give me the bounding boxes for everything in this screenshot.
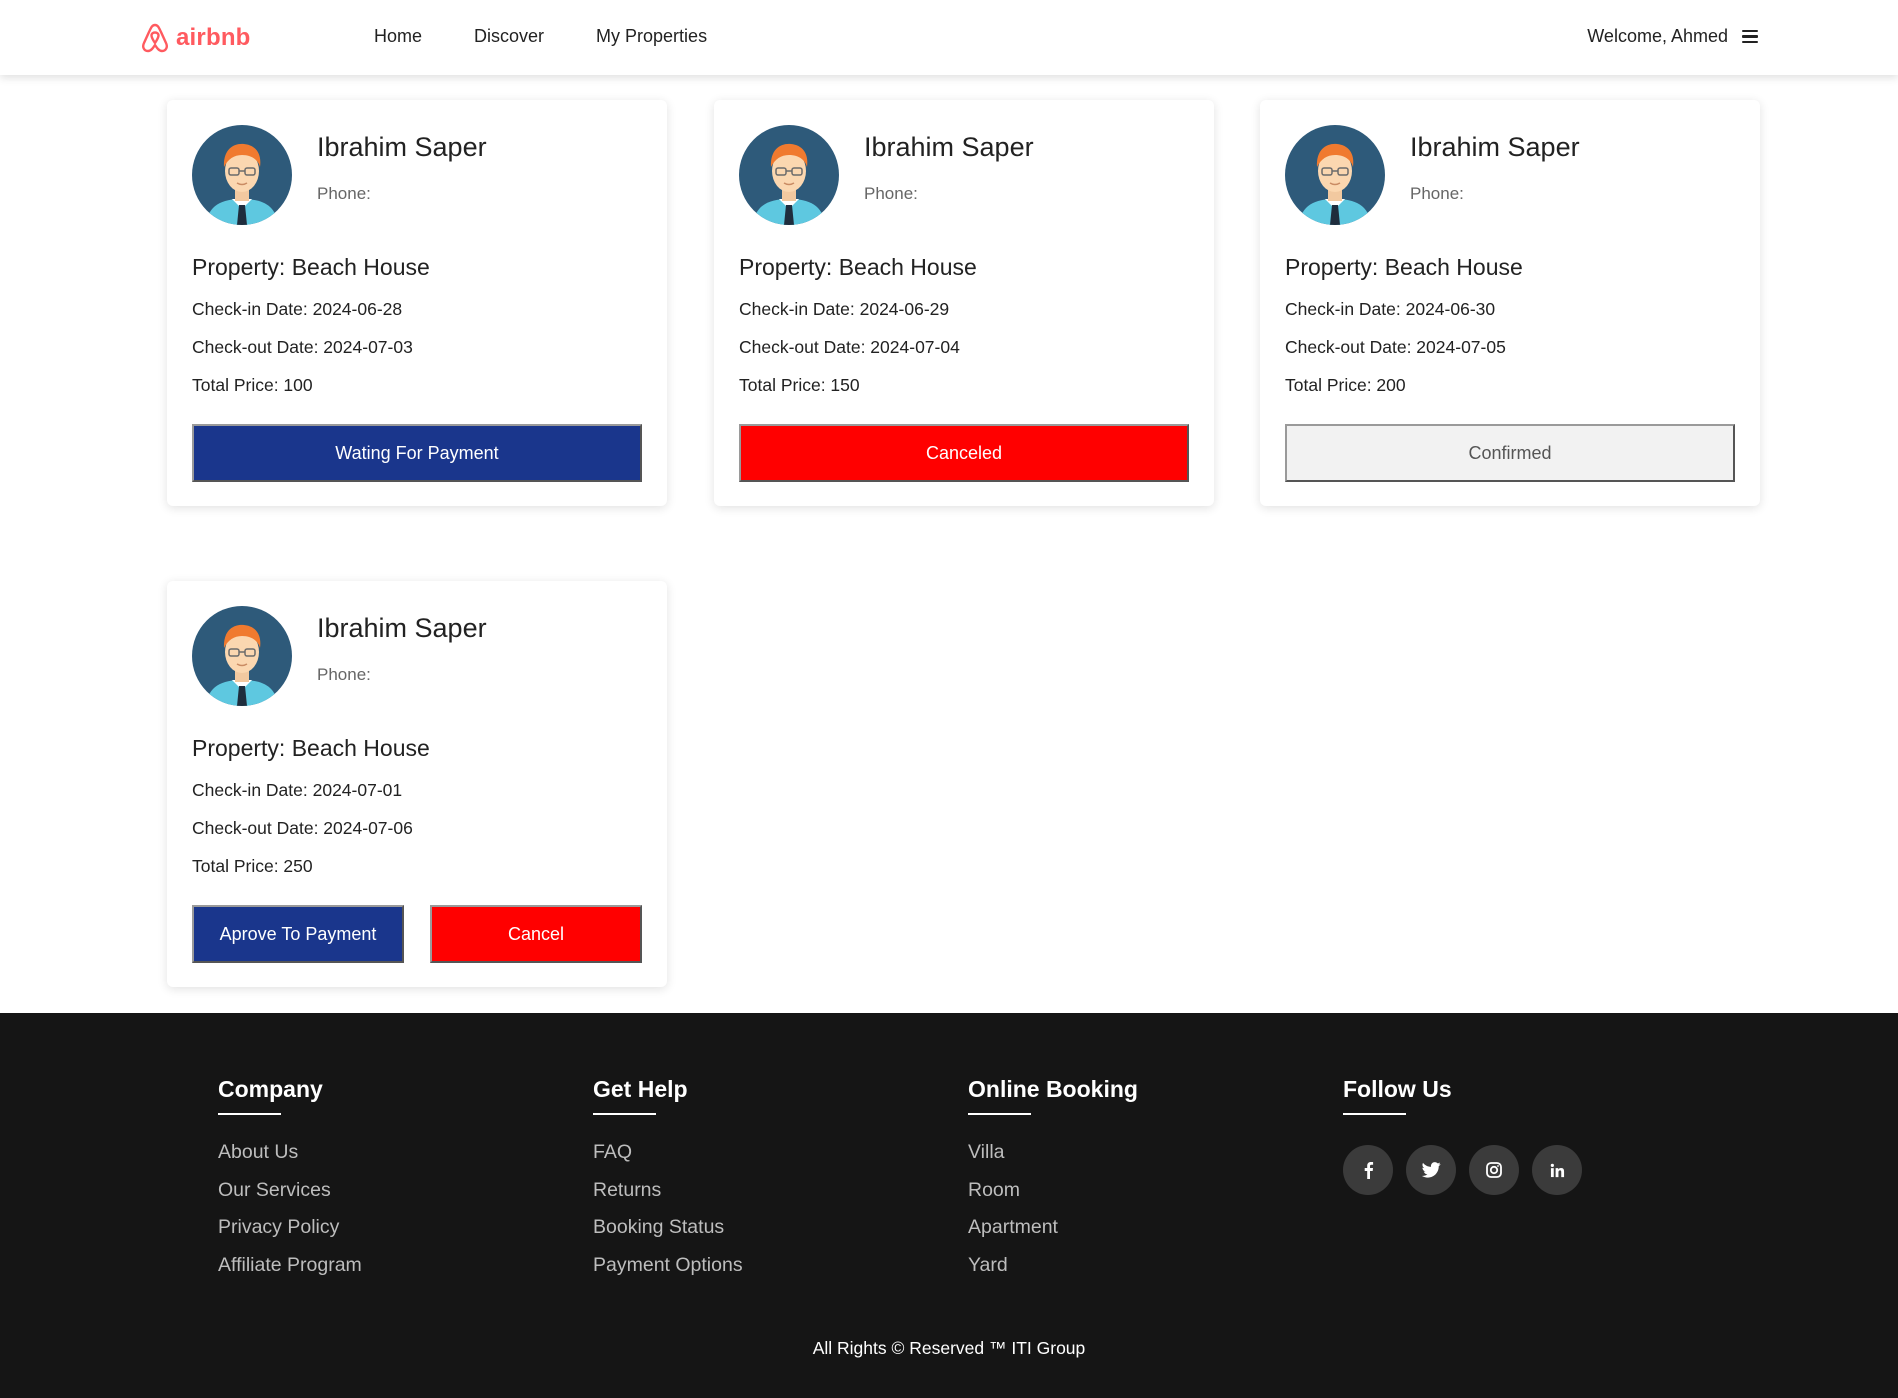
booking-card: Ibrahim Saper Phone: Property: Beach Hou… — [167, 581, 667, 987]
logo-text: airbnb — [176, 24, 251, 51]
heading-underline — [968, 1113, 1031, 1115]
checkin-date: Check-in Date: 2024-06-30 — [1285, 299, 1496, 319]
guest-name: Ibrahim Saper — [317, 132, 487, 162]
property-name: Property: Beach House — [739, 254, 977, 280]
total-price: Total Price: 200 — [1285, 375, 1406, 395]
footer-link-payment-options[interactable]: Payment Options — [593, 1254, 743, 1292]
footer-link-booking-status[interactable]: Booking Status — [593, 1216, 743, 1254]
facebook-icon[interactable] — [1343, 1145, 1393, 1195]
guest-phone: Phone: — [317, 184, 371, 203]
guest-avatar — [192, 606, 292, 706]
total-price: Total Price: 100 — [192, 375, 313, 395]
top-navbar: airbnb Home Discover My Properties Welco… — [0, 0, 1898, 75]
guest-phone: Phone: — [1410, 184, 1464, 203]
checkin-date: Check-in Date: 2024-07-01 — [192, 780, 403, 800]
linkedin-icon[interactable] — [1532, 1145, 1582, 1195]
footer-link-apartment[interactable]: Apartment — [968, 1216, 1138, 1254]
heading-underline — [1343, 1113, 1406, 1115]
guest-name: Ibrahim Saper — [1410, 132, 1580, 162]
property-name: Property: Beach House — [192, 735, 430, 761]
footer-link-villa[interactable]: Villa — [968, 1141, 1138, 1179]
nav-home[interactable]: Home — [374, 26, 422, 47]
main-nav: Home Discover My Properties — [374, 26, 759, 47]
airbnb-logo-icon — [142, 23, 168, 53]
footer-company-column: Company About Us Our Services Privacy Po… — [218, 1076, 362, 1291]
footer-heading-get-help: Get Help — [593, 1076, 688, 1102]
footer-link-affiliate-program[interactable]: Affiliate Program — [218, 1254, 362, 1292]
waiting-for-payment-button[interactable]: Wating For Payment — [192, 424, 642, 482]
guest-name: Ibrahim Saper — [864, 132, 1034, 162]
nav-discover[interactable]: Discover — [474, 26, 544, 47]
instagram-icon[interactable] — [1469, 1145, 1519, 1195]
footer-heading-company: Company — [218, 1076, 323, 1102]
checkout-date: Check-out Date: 2024-07-04 — [739, 337, 960, 357]
property-name: Property: Beach House — [1285, 254, 1523, 280]
user-menu[interactable]: Welcome, Ahmed — [1587, 26, 1758, 47]
copyright-text: All Rights © Reserved ™ ITI Group — [812, 1338, 1086, 1358]
cancel-booking-button[interactable]: Cancel — [430, 905, 642, 963]
footer-link-about-us[interactable]: About Us — [218, 1141, 362, 1179]
footer-link-our-services[interactable]: Our Services — [218, 1179, 362, 1217]
footer-heading-follow-us: Follow Us — [1343, 1076, 1452, 1102]
guest-avatar — [192, 125, 292, 225]
total-price: Total Price: 150 — [739, 375, 860, 395]
canceled-status-button[interactable]: Canceled — [739, 424, 1189, 482]
twitter-icon[interactable] — [1406, 1145, 1456, 1195]
footer-link-room[interactable]: Room — [968, 1179, 1138, 1217]
booking-card: Ibrahim Saper Phone: Property: Beach Hou… — [1260, 100, 1760, 506]
guest-avatar — [1285, 125, 1385, 225]
booking-card: Ibrahim Saper Phone: Property: Beach Hou… — [714, 100, 1214, 506]
footer-link-yard[interactable]: Yard — [968, 1254, 1138, 1292]
property-name: Property: Beach House — [192, 254, 430, 280]
checkout-date: Check-out Date: 2024-07-06 — [192, 818, 413, 838]
airbnb-logo[interactable]: airbnb — [140, 20, 251, 56]
guest-phone: Phone: — [317, 665, 371, 684]
hamburger-menu-icon[interactable] — [1742, 29, 1758, 44]
guest-name: Ibrahim Saper — [317, 613, 487, 643]
heading-underline — [593, 1113, 656, 1115]
confirmed-status-button[interactable]: Confirmed — [1285, 424, 1735, 482]
total-price: Total Price: 250 — [192, 856, 313, 876]
footer-link-privacy-policy[interactable]: Privacy Policy — [218, 1216, 362, 1254]
checkin-date: Check-in Date: 2024-06-29 — [739, 299, 950, 319]
footer-follow-us-column: Follow Us — [1343, 1076, 1582, 1195]
heading-underline — [218, 1113, 281, 1115]
footer-heading-online-booking: Online Booking — [968, 1076, 1138, 1102]
checkout-date: Check-out Date: 2024-07-03 — [192, 337, 413, 357]
approve-to-payment-button[interactable]: Aprove To Payment — [192, 905, 404, 963]
footer-get-help-column: Get Help FAQ Returns Booking Status Paym… — [593, 1076, 743, 1291]
guest-phone: Phone: — [864, 184, 918, 203]
guest-avatar — [739, 125, 839, 225]
footer-online-booking-column: Online Booking Villa Room Apartment Yard — [968, 1076, 1138, 1291]
checkin-date: Check-in Date: 2024-06-28 — [192, 299, 403, 319]
checkout-date: Check-out Date: 2024-07-05 — [1285, 337, 1506, 357]
nav-my-properties[interactable]: My Properties — [596, 26, 707, 47]
footer: Company About Us Our Services Privacy Po… — [0, 1013, 1898, 1398]
welcome-text: Welcome, Ahmed — [1587, 26, 1728, 46]
booking-card: Ibrahim Saper Phone: Property: Beach Hou… — [167, 100, 667, 506]
footer-link-returns[interactable]: Returns — [593, 1179, 743, 1217]
footer-link-faq[interactable]: FAQ — [593, 1141, 743, 1179]
